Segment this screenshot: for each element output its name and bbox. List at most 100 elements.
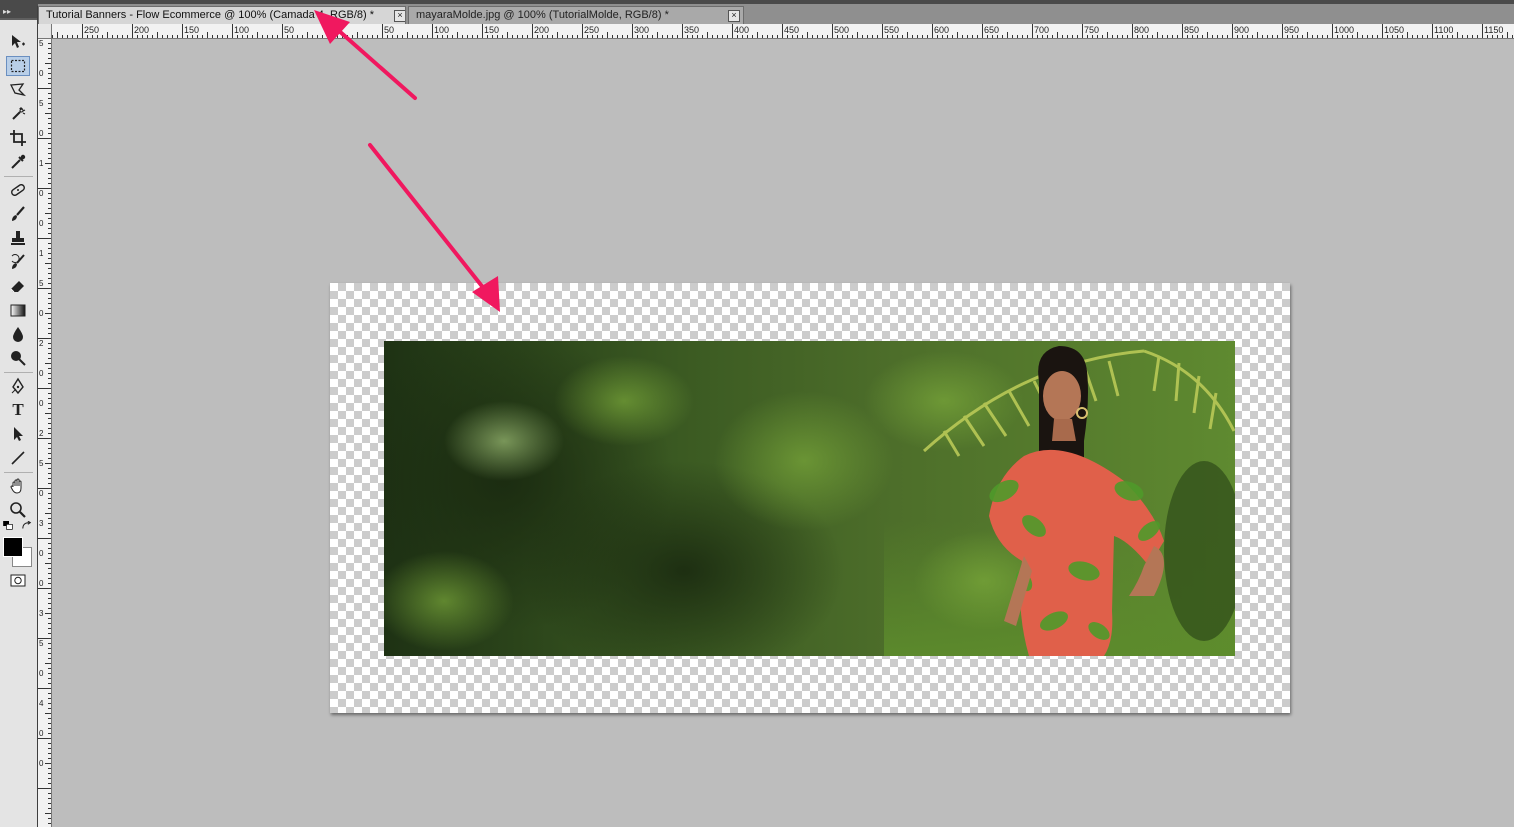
spot-healing-tool-icon[interactable] [6,180,30,200]
ruler-label: 1150 [1484,25,1503,35]
ruler-label: 5 [39,39,44,48]
ruler-label: 0 [39,399,44,408]
foreground-color-swatch[interactable] [3,537,23,557]
ruler-label: 400 [734,25,749,35]
ruler-label: 5 [39,99,44,108]
clone-stamp-tool-icon[interactable] [6,228,30,248]
ruler-label: 500 [834,25,849,35]
ruler-label: 700 [1034,25,1049,35]
quick-selection-tool-icon[interactable] [6,104,30,124]
ruler-label: 200 [534,25,549,35]
ruler-label: 350 [684,25,699,35]
vertical-ruler[interactable]: 5 0 5 0 1 0 0 1 5 0 2 0 0 2 5 0 3 0 0 3 5 0 4 0 0 [38,38,52,827]
ruler-label: 1050 [1384,25,1404,35]
close-tab-icon[interactable]: × [394,10,405,22]
ruler-label: 2 [39,429,44,438]
ruler-label: 4 [39,699,44,708]
ruler-label: 0 [39,309,44,318]
ruler-label: 800 [1134,25,1149,35]
tab-label: mayaraMolde.jpg @ 100% (TutorialMolde, R… [416,9,669,21]
ruler-label: 950 [1284,25,1299,35]
ruler-label: 5 [39,279,44,288]
tools-panel-grip[interactable]: ▸▸ [0,6,37,18]
ruler-label: 0 [39,759,44,768]
ruler-label: 0 [39,669,44,678]
tab-mayara-molde[interactable]: mayaraMolde.jpg @ 100% (TutorialMolde, R… [408,6,744,24]
tab-label: Tutorial Banners - Flow Ecommerce @ 100%… [46,9,375,21]
tool-separator [4,472,33,473]
ruler-label: 250 [84,25,99,35]
ruler-label: 300 [634,25,649,35]
ruler-label: 0 [39,729,44,738]
ruler-label: 0 [39,549,44,558]
ruler-label: 5 [39,459,44,468]
gradient-tool-icon[interactable] [6,300,30,320]
ruler-label: 1 [39,249,44,258]
ruler-label: 0 [39,489,44,498]
ruler-label: 2 [39,339,44,348]
tool-separator [4,176,33,177]
dodge-tool-icon[interactable] [6,348,30,368]
ruler-label: 550 [884,25,899,35]
ruler-label: 1 [39,159,44,168]
ruler-label: 450 [784,25,799,35]
horizontal-ruler[interactable]: 250 200 150 100 50 0 50 100 150 200 250 300 350 400 45… [38,24,1514,39]
quick-mask-icon[interactable] [6,570,30,590]
tools-panel-body: T [0,20,37,827]
ruler-label: 900 [1234,25,1249,35]
ruler-label: 5 [39,639,44,648]
ruler-label: 1000 [1334,25,1354,35]
ruler-label: 850 [1184,25,1199,35]
ruler-label: 50 [284,25,294,35]
type-tool-glyph: T [12,400,24,419]
ruler-label: 0 [39,579,44,588]
horizontal-ruler-scale: 250 200 150 100 50 0 50 100 150 200 250 300 350 400 45… [42,24,1513,38]
ruler-label: 0 [39,69,44,78]
hand-tool-icon[interactable] [6,476,30,496]
ruler-label: 200 [134,25,149,35]
swap-colors-icon[interactable] [20,520,34,532]
ruler-label: 250 [584,25,599,35]
ruler-label: 150 [184,25,199,35]
ruler-label: 650 [984,25,999,35]
blur-tool-icon[interactable] [6,324,30,344]
type-tool-icon[interactable]: T [6,400,30,420]
ruler-label: 600 [934,25,949,35]
eraser-tool-icon[interactable] [6,276,30,296]
close-tab-icon[interactable]: × [728,10,740,22]
ruler-label: 50 [384,25,394,35]
tab-tutorial-banners[interactable]: Tutorial Banners - Flow Ecommerce @ 100%… [38,6,406,24]
lasso-tool-icon[interactable] [6,80,30,100]
banner-photo-layer[interactable] [384,341,1235,656]
ruler-origin[interactable] [38,24,52,39]
ruler-label: 0 [334,25,339,35]
pen-tool-icon[interactable] [6,376,30,396]
eyedropper-tool-icon[interactable] [6,152,30,172]
ruler-label: 3 [39,519,44,528]
crop-tool-icon[interactable] [6,128,30,148]
banner-photo [384,341,1235,656]
tools-panel: ▸▸ T [0,6,38,827]
zoom-tool-icon[interactable] [6,500,30,520]
ruler-label: 0 [39,369,44,378]
document-tab-bar: Tutorial Banners - Flow Ecommerce @ 100%… [38,4,1514,25]
ruler-label: 0 [39,189,44,198]
ruler-label: 100 [434,25,449,35]
move-tool-icon[interactable] [6,32,30,52]
default-colors-icon[interactable] [2,520,16,532]
ruler-label: 1100 [1434,25,1453,35]
path-selection-tool-icon[interactable] [6,424,30,444]
line-tool-icon[interactable] [6,448,30,468]
history-brush-tool-icon[interactable] [6,252,30,272]
ruler-label: 750 [1084,25,1099,35]
tool-separator [4,372,33,373]
document-canvas[interactable] [330,283,1290,713]
brush-tool-icon[interactable] [6,204,30,224]
ruler-label: 150 [484,25,499,35]
ruler-label: 0 [39,219,44,228]
ruler-label: 3 [39,609,44,618]
marquee-tool-icon[interactable] [6,56,30,76]
ruler-label: 100 [234,25,249,35]
ruler-label: 0 [39,129,44,138]
vertical-ruler-scale: 5 0 5 0 1 0 0 1 5 0 2 0 0 2 5 0 3 0 0 3 5 0 4 0 0 [38,38,51,824]
